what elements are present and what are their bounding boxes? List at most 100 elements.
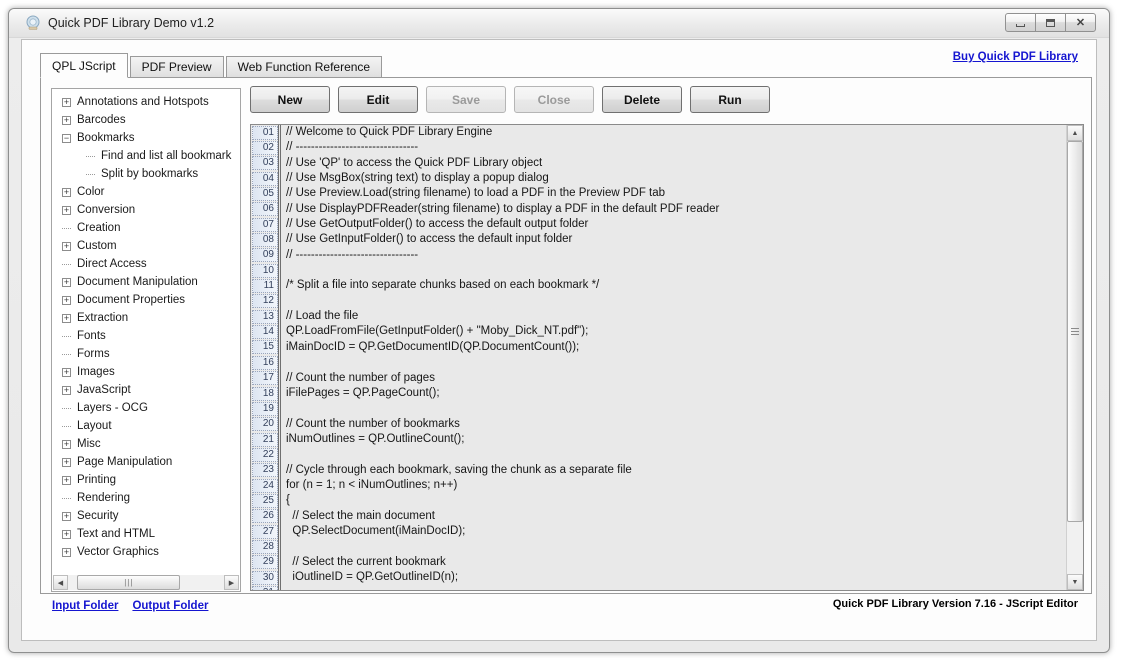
run-button[interactable]: Run — [690, 86, 770, 113]
expand-plus-icon[interactable]: + — [62, 386, 71, 395]
tree-horizontal-scrollbar[interactable]: ◀ ||| ▶ — [53, 575, 239, 590]
tree-scroll-track[interactable]: ||| — [68, 575, 224, 590]
expand-plus-icon[interactable]: + — [62, 458, 71, 467]
code-line[interactable]: // Use 'QP' to access the Quick PDF Libr… — [278, 156, 1066, 171]
expand-plus-icon[interactable]: + — [62, 296, 71, 305]
code-line[interactable]: // -------------------------------- — [278, 140, 1066, 155]
tree-item-document-manipulation[interactable]: +Document Manipulation — [52, 273, 240, 291]
output-folder-link[interactable]: Output Folder — [132, 600, 208, 612]
delete-button[interactable]: Delete — [602, 86, 682, 113]
tree-item-color[interactable]: +Color — [52, 183, 240, 201]
code-line[interactable]: // Use GetOutputFolder() to access the d… — [278, 217, 1066, 232]
code-line[interactable] — [278, 263, 1066, 278]
tree-item-extraction[interactable]: +Extraction — [52, 309, 240, 327]
tree-item-custom[interactable]: +Custom — [52, 237, 240, 255]
tree-item-vector-graphics[interactable]: +Vector Graphics — [52, 543, 240, 561]
tab-qpl-jscript[interactable]: QPL JScript — [40, 53, 128, 78]
code-line[interactable]: // Count the number of bookmarks — [278, 417, 1066, 432]
new-button[interactable]: New — [250, 86, 330, 113]
code-line[interactable]: /* Split a file into separate chunks bas… — [278, 278, 1066, 293]
editor-scroll-thumb[interactable] — [1067, 141, 1083, 522]
tree-item-annotations-and-hotspots[interactable]: +Annotations and Hotspots — [52, 93, 240, 111]
minimize-button[interactable] — [1005, 13, 1036, 32]
code-line[interactable] — [278, 585, 1066, 590]
expand-plus-icon[interactable]: + — [62, 188, 71, 197]
code-line[interactable]: iOutlineID = QP.GetOutlineID(n); — [278, 570, 1066, 585]
tree-item-conversion[interactable]: +Conversion — [52, 201, 240, 219]
code-line[interactable]: // Cycle through each bookmark, saving t… — [278, 463, 1066, 478]
expand-plus-icon[interactable]: + — [62, 314, 71, 323]
code-line[interactable]: // Load the file — [278, 309, 1066, 324]
scroll-left-icon[interactable]: ◀ — [53, 575, 68, 590]
tab-web-function-reference[interactable]: Web Function Reference — [226, 56, 383, 78]
tree-item-forms[interactable]: Forms — [52, 345, 240, 363]
code-line[interactable]: // Use Preview.Load(string filename) to … — [278, 186, 1066, 201]
tree-item-misc[interactable]: +Misc — [52, 435, 240, 453]
expand-plus-icon[interactable]: + — [62, 116, 71, 125]
tree-item-page-manipulation[interactable]: +Page Manipulation — [52, 453, 240, 471]
expand-plus-icon[interactable]: + — [62, 368, 71, 377]
tree-item-text-and-html[interactable]: +Text and HTML — [52, 525, 240, 543]
code-line[interactable] — [278, 355, 1066, 370]
code-editor[interactable]: 01// Welcome to Quick PDF Library Engine… — [250, 124, 1084, 591]
code-line[interactable]: // Use MsgBox(string text) to display a … — [278, 171, 1066, 186]
scroll-up-icon[interactable]: ▲ — [1067, 125, 1083, 141]
expand-plus-icon[interactable]: + — [62, 242, 71, 251]
tree-item-direct-access[interactable]: Direct Access — [52, 255, 240, 273]
tab-pdf-preview[interactable]: PDF Preview — [130, 56, 224, 78]
code-line[interactable]: // Use GetInputFolder() to access the de… — [278, 232, 1066, 247]
code-line[interactable]: iMainDocID = QP.GetDocumentID(QP.Documen… — [278, 340, 1066, 355]
tree-item-creation[interactable]: Creation — [52, 219, 240, 237]
expand-plus-icon[interactable]: + — [62, 530, 71, 539]
edit-button[interactable]: Edit — [338, 86, 418, 113]
code-line[interactable]: { — [278, 493, 1066, 508]
tree-item-find-and-list-all-bookmark[interactable]: Find and list all bookmark — [52, 147, 240, 165]
tree-item-fonts[interactable]: Fonts — [52, 327, 240, 345]
code-line[interactable] — [278, 294, 1066, 309]
expand-plus-icon[interactable]: + — [62, 98, 71, 107]
expand-plus-icon[interactable]: + — [62, 440, 71, 449]
expand-plus-icon[interactable]: + — [62, 512, 71, 521]
maximize-button[interactable] — [1035, 13, 1066, 32]
code-line[interactable] — [278, 401, 1066, 416]
tree-item-bookmarks[interactable]: −Bookmarks — [52, 129, 240, 147]
code-line[interactable]: QP.LoadFromFile(GetInputFolder() + "Moby… — [278, 324, 1066, 339]
title-bar[interactable]: Quick PDF Library Demo v1.2 ✕ — [9, 9, 1109, 38]
code-line[interactable]: // Count the number of pages — [278, 371, 1066, 386]
tree-item-document-properties[interactable]: +Document Properties — [52, 291, 240, 309]
tree-item-images[interactable]: +Images — [52, 363, 240, 381]
expand-plus-icon[interactable]: + — [62, 548, 71, 557]
code-line[interactable]: // Use DisplayPDFReader(string filename)… — [278, 202, 1066, 217]
code-line[interactable] — [278, 539, 1066, 554]
tree-item-printing[interactable]: +Printing — [52, 471, 240, 489]
tree-item-javascript[interactable]: +JavaScript — [52, 381, 240, 399]
collapse-minus-icon[interactable]: − — [62, 134, 71, 143]
expand-plus-icon[interactable]: + — [62, 206, 71, 215]
close-button[interactable]: Close — [514, 86, 594, 113]
tree-item-security[interactable]: +Security — [52, 507, 240, 525]
code-line[interactable]: iFilePages = QP.PageCount(); — [278, 386, 1066, 401]
code-line[interactable]: iNumOutlines = QP.OutlineCount(); — [278, 432, 1066, 447]
expand-plus-icon[interactable]: + — [62, 278, 71, 287]
save-button[interactable]: Save — [426, 86, 506, 113]
tree-item-layers-ocg[interactable]: Layers - OCG — [52, 399, 240, 417]
close-button[interactable]: ✕ — [1065, 13, 1096, 32]
code-line[interactable]: // -------------------------------- — [278, 248, 1066, 263]
input-folder-link[interactable]: Input Folder — [52, 600, 118, 612]
tree-item-barcodes[interactable]: +Barcodes — [52, 111, 240, 129]
buy-quick-pdf-library-link[interactable]: Buy Quick PDF Library — [953, 51, 1078, 63]
code-line[interactable]: // Select the main document — [278, 509, 1066, 524]
tree-item-layout[interactable]: Layout — [52, 417, 240, 435]
code-line[interactable]: for (n = 1; n < iNumOutlines; n++) — [278, 478, 1066, 493]
scroll-down-icon[interactable]: ▼ — [1067, 574, 1083, 590]
editor-vertical-scrollbar[interactable]: ▲ ▼ — [1066, 125, 1083, 590]
code-line[interactable]: QP.SelectDocument(iMainDocID); — [278, 524, 1066, 539]
code-line[interactable]: // Welcome to Quick PDF Library Engine — [278, 125, 1066, 140]
scroll-right-icon[interactable]: ▶ — [224, 575, 239, 590]
expand-plus-icon[interactable]: + — [62, 476, 71, 485]
tree-item-rendering[interactable]: Rendering — [52, 489, 240, 507]
code-line[interactable] — [278, 447, 1066, 462]
tree-scroll-thumb[interactable]: ||| — [77, 575, 180, 590]
tree-item-split-by-bookmarks[interactable]: Split by bookmarks — [52, 165, 240, 183]
code-line[interactable]: // Select the current bookmark — [278, 555, 1066, 570]
